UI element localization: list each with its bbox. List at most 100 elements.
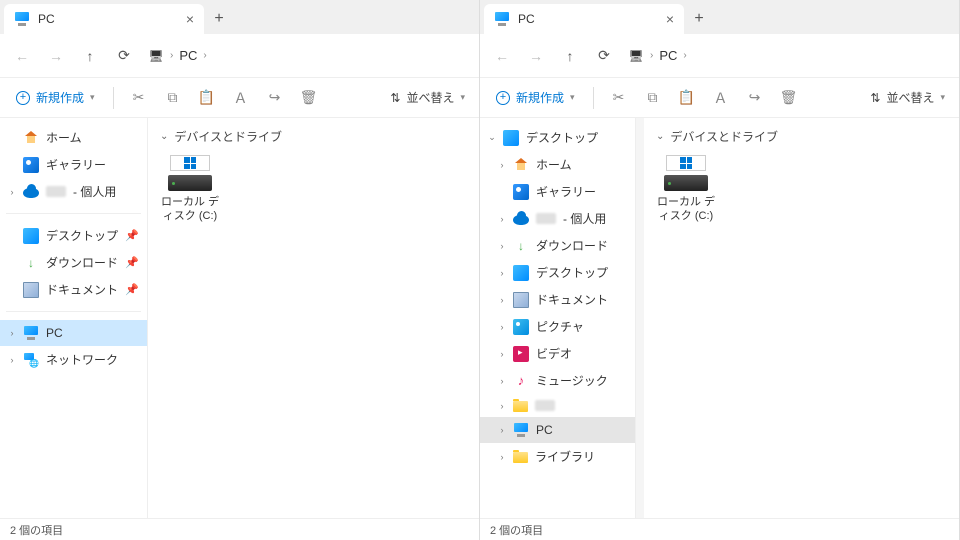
forward-button[interactable]: →: [40, 40, 72, 72]
share-icon[interactable]: ↪: [260, 83, 290, 113]
group-header[interactable]: ⌄ デバイスとドライブ: [656, 128, 947, 145]
up-button[interactable]: ↑: [74, 40, 106, 72]
rename-icon[interactable]: Ａ: [226, 83, 256, 113]
sidebar-item-download[interactable]: ›↓ダウンロード: [480, 232, 635, 259]
delete-icon[interactable]: 🗑: [294, 83, 324, 113]
chevron-icon: ›: [498, 295, 506, 305]
document-icon: [513, 292, 529, 308]
chevron-down-icon: ⌄: [160, 131, 168, 142]
drive-icon: [664, 155, 708, 191]
close-tab-icon[interactable]: ×: [666, 11, 674, 27]
toolbar: + 新規作成 ▾ ✂ ⧉ 📋 Ａ ↪ 🗑 ⇅ 並べ替え ▾: [480, 78, 959, 118]
sidebar-item-label: PC: [46, 326, 63, 340]
cut-icon[interactable]: ✂: [604, 83, 634, 113]
sidebar-item-document[interactable]: ›ドキュメント: [480, 286, 635, 313]
body: ›ホーム›ギャラリー› - 個人用 ›デスクトップ📌›↓ダウンロード📌 › ドキュメン…: [0, 118, 479, 518]
sidebar-item-gallery[interactable]: ›ギャラリー: [480, 178, 635, 205]
breadcrumb[interactable]: 🖥 › PC ›: [148, 48, 207, 64]
chevron-icon: ›: [498, 452, 506, 462]
status-bar: 2 個の項目: [0, 518, 479, 540]
sidebar-item-desktop[interactable]: ›デスクトップ: [480, 259, 635, 286]
chevron-icon: ›: [498, 376, 506, 386]
sidebar-item-network[interactable]: ›ネットワーク: [0, 346, 147, 373]
chevron-down-icon: ⌄: [656, 131, 664, 142]
drive-label: ローカル ディスク (C:): [656, 195, 716, 224]
copy-icon[interactable]: ⧉: [158, 83, 188, 113]
sort-label: 並べ替え: [886, 89, 934, 106]
music-icon: ♪: [513, 373, 529, 389]
refresh-button[interactable]: ⟳: [588, 40, 620, 72]
chevron-right-icon: ›: [683, 50, 686, 61]
forward-button[interactable]: →: [520, 40, 552, 72]
drive-item[interactable]: ローカル ディスク (C:): [656, 155, 716, 224]
cut-icon[interactable]: ✂: [124, 83, 154, 113]
sidebar-item-folder[interactable]: ›ライブラリ: [480, 443, 635, 470]
drive-item[interactable]: ローカル ディスク (C:): [160, 155, 220, 224]
sidebar-item-onedrive[interactable]: › - 個人用: [480, 205, 635, 232]
sidebar-item-pc[interactable]: ›PC: [480, 417, 635, 443]
chevron-right-icon: ›: [650, 50, 653, 61]
breadcrumb-item[interactable]: PC: [179, 48, 197, 63]
scrollbar[interactable]: [636, 118, 644, 518]
sidebar-item-label: デスクトップ: [526, 129, 598, 146]
sidebar-item-document[interactable]: ›ドキュメント📌: [0, 276, 147, 303]
tab-pc[interactable]: PC ×: [4, 4, 204, 34]
new-button[interactable]: + 新規作成 ▾: [8, 85, 103, 110]
sidebar-item-label: - 個人用: [563, 210, 606, 227]
new-tab-button[interactable]: +: [204, 4, 234, 34]
sort-button[interactable]: ⇅ 並べ替え ▾: [864, 85, 951, 110]
paste-icon[interactable]: 📋: [672, 83, 702, 113]
sidebar-item-music[interactable]: › ♪ ミュージック: [480, 367, 635, 394]
pictures-icon: [513, 319, 529, 335]
group-header[interactable]: ⌄ デバイスとドライブ: [160, 128, 467, 145]
sidebar-item-video[interactable]: ›ビデオ: [480, 340, 635, 367]
rename-icon[interactable]: Ａ: [706, 83, 736, 113]
paste-icon[interactable]: 📋: [192, 83, 222, 113]
video-icon: [513, 346, 529, 362]
nav-bar: ← → ↑ ⟳ 🖥 › PC ›: [480, 34, 959, 78]
copy-icon[interactable]: ⧉: [638, 83, 668, 113]
sidebar-item-label: ホーム: [46, 129, 82, 146]
sidebar-item-label: ギャラリー: [46, 156, 106, 173]
new-tab-button[interactable]: +: [684, 4, 714, 34]
tab-bar: PC × +: [480, 0, 959, 34]
close-tab-icon[interactable]: ×: [186, 11, 194, 27]
folder-icon: [513, 401, 528, 412]
sidebar-item-label: ダウンロード: [46, 254, 118, 271]
sidebar-item-pc[interactable]: ›PC: [0, 320, 147, 346]
sidebar-item-home[interactable]: ›ホーム: [0, 124, 147, 151]
sidebar-item-gallery[interactable]: ›ギャラリー: [0, 151, 147, 178]
sidebar-item-label: ミュージック: [536, 372, 608, 389]
chevron-icon: ›: [498, 214, 506, 224]
tab-title: PC: [518, 12, 535, 26]
sort-button[interactable]: ⇅ 並べ替え ▾: [384, 85, 471, 110]
sidebar-item-folder[interactable]: ›: [480, 394, 635, 417]
tab-pc[interactable]: PC ×: [484, 4, 684, 34]
drive-label: ローカル ディスク (C:): [160, 195, 220, 224]
sidebar-item-pictures[interactable]: ›ピクチャ: [480, 313, 635, 340]
content-area: ⌄ デバイスとドライブ ローカル ディスク (C:): [644, 118, 959, 518]
back-button[interactable]: ←: [6, 40, 38, 72]
delete-icon[interactable]: 🗑: [774, 83, 804, 113]
status-text: 2 個の項目: [490, 522, 543, 538]
breadcrumb[interactable]: 🖥 › PC ›: [628, 48, 687, 64]
sidebar-item-desktop[interactable]: ›デスクトップ📌: [0, 222, 147, 249]
up-button[interactable]: ↑: [554, 40, 586, 72]
drive-icon: [168, 155, 212, 191]
sidebar-item-onedrive[interactable]: › - 個人用: [0, 178, 147, 205]
pin-icon: 📌: [125, 283, 139, 296]
sidebar: ›ホーム›ギャラリー› - 個人用 ›デスクトップ📌›↓ダウンロード📌 › ドキュメン…: [0, 118, 148, 518]
sidebar-item-desktop[interactable]: ⌄デスクトップ: [480, 124, 635, 151]
share-icon[interactable]: ↪: [740, 83, 770, 113]
sidebar-item-download[interactable]: ›↓ダウンロード📌: [0, 249, 147, 276]
sidebar-item-label: - 個人用: [73, 183, 116, 200]
chevron-icon: ›: [8, 355, 16, 365]
back-button[interactable]: ←: [486, 40, 518, 72]
refresh-button[interactable]: ⟳: [108, 40, 140, 72]
sidebar-item-label: ピクチャ: [536, 318, 584, 335]
sidebar-item-label: ドキュメント: [46, 281, 118, 298]
sidebar-item-home[interactable]: ›ホーム: [480, 151, 635, 178]
folder-icon: [513, 452, 528, 463]
new-button[interactable]: + 新規作成 ▾: [488, 85, 583, 110]
breadcrumb-item[interactable]: PC: [659, 48, 677, 63]
